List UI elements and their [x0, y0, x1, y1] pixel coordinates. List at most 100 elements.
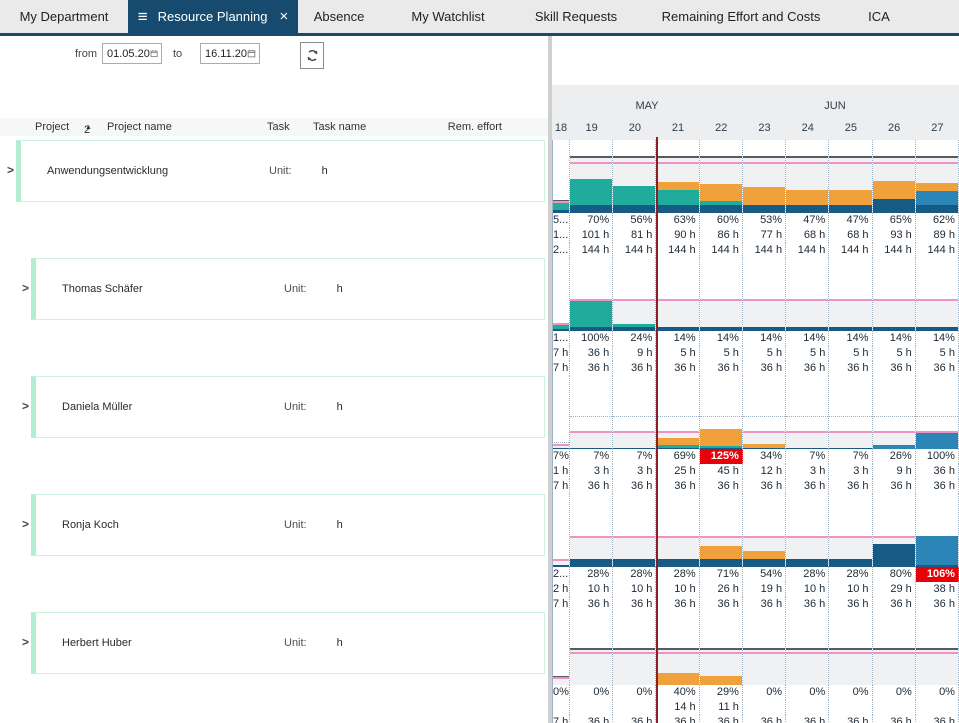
- chart-cell: [786, 258, 829, 331]
- bar-segment-darkblue: [829, 205, 871, 213]
- value-lines: 1...100%24%14%14%14%14%14%14%14%7 h36 h9…: [552, 331, 959, 376]
- planned-hours-cell: [873, 700, 916, 715]
- planned-hours-cell: 3 h: [570, 464, 613, 479]
- tab-ica[interactable]: ICA: [846, 0, 912, 33]
- col-project-name[interactable]: Project name: [107, 121, 172, 133]
- resource-row-box[interactable]: Thomas Schäfer Unit: h: [31, 258, 545, 320]
- expand-chevron[interactable]: >: [22, 517, 29, 531]
- expand-chevron[interactable]: >: [7, 163, 14, 177]
- gridline: [873, 416, 915, 417]
- tab-resource-planning[interactable]: ≡ Resource Planning ×: [128, 0, 298, 33]
- bar-segment-darkblue: [700, 327, 742, 331]
- utilization-percent-cell: 14%: [829, 331, 872, 346]
- col-task[interactable]: Task: [267, 121, 290, 133]
- capacity-hours-cell: 36 h: [656, 715, 699, 723]
- capacity-band: [786, 432, 828, 449]
- chart-cell: [916, 376, 959, 449]
- bar-segment-darkblue: [700, 559, 742, 567]
- col-rem-effort[interactable]: Rem. effort: [448, 121, 502, 133]
- month-label-may: MAY: [635, 100, 658, 112]
- capacity-line: [552, 677, 569, 679]
- week-label[interactable]: 20: [613, 122, 656, 138]
- tab-skill-requests[interactable]: Skill Requests: [516, 0, 636, 33]
- planned-hours-cell: 38 h: [916, 582, 959, 597]
- chart-cell: [613, 376, 656, 449]
- capacity-line: [873, 162, 915, 164]
- chart-cell: [743, 612, 786, 685]
- week-label[interactable]: 23: [743, 122, 786, 138]
- week-label[interactable]: 26: [873, 122, 916, 138]
- bar-segment-darkblue: [916, 205, 958, 213]
- capacity-line: [873, 299, 915, 301]
- capacity-hours-cell: 144 h: [786, 243, 829, 258]
- tab-absence[interactable]: Absence: [298, 0, 380, 33]
- capacity-band: [916, 650, 958, 685]
- bar-segment-orange: [700, 429, 742, 446]
- bar-segment-darkblue: [570, 559, 612, 567]
- close-icon[interactable]: ×: [280, 9, 289, 24]
- bar-segment-darkblue: [743, 448, 785, 449]
- capacity-line: [613, 536, 655, 538]
- utilization-percent-cell: 0%: [916, 685, 959, 700]
- calendar-icon[interactable]: [247, 48, 256, 59]
- tab-my-department[interactable]: My Department: [0, 0, 128, 33]
- bar-segment-teal: [552, 325, 569, 329]
- expand-chevron[interactable]: >: [22, 281, 29, 295]
- refresh-button[interactable]: [300, 42, 324, 69]
- week-label[interactable]: 21: [656, 122, 699, 138]
- capacity-band-top-line: [743, 648, 785, 650]
- week-label[interactable]: 25: [829, 122, 872, 138]
- week-label[interactable]: 24: [786, 122, 829, 138]
- capacity-hours-cell: 36 h: [873, 715, 916, 723]
- planned-hours-cell: [786, 700, 829, 715]
- resource-row-box[interactable]: Ronja Koch Unit: h: [31, 494, 545, 556]
- capacity-hours-line: 7 h36 h36 h36 h36 h36 h36 h36 h36 h36 h: [552, 361, 959, 376]
- expand-chevron[interactable]: >: [22, 399, 29, 413]
- resource-row-box[interactable]: Herbert Huber Unit: h: [31, 612, 545, 674]
- bar-segment-darkblue: [700, 448, 742, 449]
- to-date-input[interactable]: 16.11.20: [200, 43, 260, 64]
- tab-bar-filler: [912, 0, 959, 33]
- capacity-hours-cell: 144 h: [873, 243, 916, 258]
- chart-cell: [570, 494, 613, 567]
- utilization-percent-cell: 71%: [700, 567, 743, 582]
- planned-hours-cell: 5 h: [916, 346, 959, 361]
- chart-cell: [656, 258, 699, 331]
- week-label[interactable]: 19: [570, 122, 613, 138]
- resource-row-box[interactable]: Anwendungsentwicklung Unit: h: [16, 140, 545, 202]
- col-project[interactable]: Project: [35, 121, 69, 133]
- col-task-name[interactable]: Task name: [313, 121, 366, 133]
- utilization-percent-cell: 0%: [570, 685, 613, 700]
- gridline: [570, 416, 612, 417]
- expand-chevron[interactable]: >: [22, 635, 29, 649]
- week-label[interactable]: 27: [916, 122, 959, 138]
- menu-icon[interactable]: ≡: [138, 8, 148, 25]
- chart-cell: [873, 612, 916, 685]
- planned-hours-cell: 93 h: [873, 228, 916, 243]
- bar-segment-darkblue: [656, 559, 698, 567]
- calendar-icon[interactable]: [150, 48, 158, 59]
- chart-cell: [656, 494, 699, 567]
- utilization-percent-cell: 62%: [916, 213, 959, 228]
- bar-segment-darkblue: [916, 327, 958, 331]
- from-date-input[interactable]: 01.05.20: [102, 43, 162, 64]
- resource-name: Herbert Huber: [62, 637, 284, 649]
- capacity-hours-cell: 36 h: [829, 715, 872, 723]
- resource-row-box[interactable]: Daniela Müller Unit: h: [31, 376, 545, 438]
- bar-segment-orange: [743, 187, 785, 205]
- capacity-line: [743, 299, 785, 301]
- capacity-hours-cell: 144 h: [916, 243, 959, 258]
- utilization-percent-cell: 7%: [613, 449, 656, 464]
- week-label[interactable]: 18: [552, 122, 570, 138]
- bar-segment-darkblue: [570, 205, 612, 213]
- capacity-band-top-line: [829, 648, 871, 650]
- utilization-percent-cell: 40%: [656, 685, 699, 700]
- bar-segment-medblue: [916, 191, 958, 205]
- capacity-line: [916, 299, 958, 301]
- week-label[interactable]: 22: [700, 122, 743, 138]
- tab-remaining-effort[interactable]: Remaining Effort and Costs: [636, 0, 846, 33]
- chart-cell: [743, 258, 786, 331]
- capacity-line: [656, 299, 698, 301]
- bar-segment-darkblue: [552, 329, 569, 331]
- tab-my-watchlist[interactable]: My Watchlist: [380, 0, 516, 33]
